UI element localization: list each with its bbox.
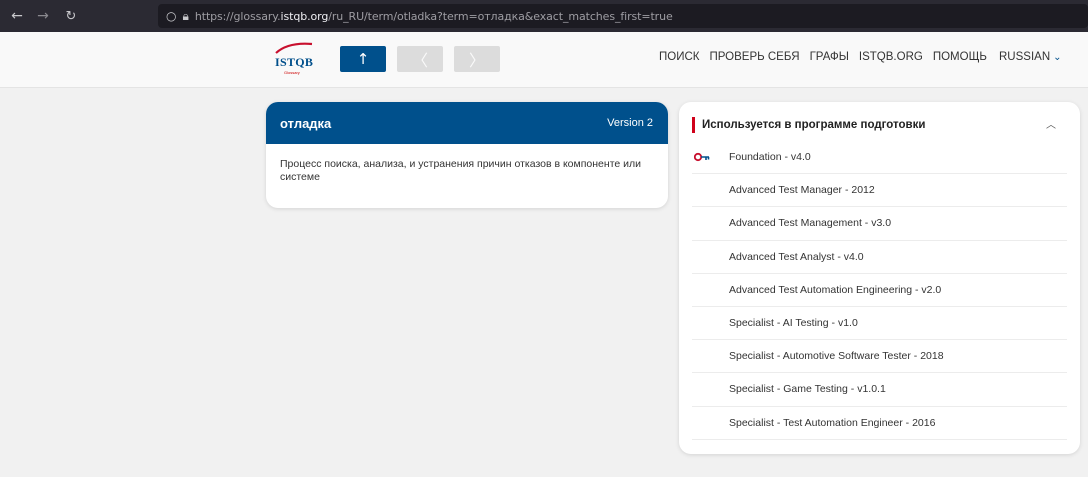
- chevron-down-icon: ⌄: [1053, 52, 1062, 63]
- syllabus-item[interactable]: Advanced Test Analyst - v4.0: [692, 241, 1067, 274]
- syllabus-item[interactable]: Advanced Test Automation Engineering - v…: [692, 274, 1067, 307]
- syllabus-item[interactable]: Specialist - Test Automation Engineer - …: [692, 407, 1067, 440]
- syllabus-panel: Используется в программе подготовки ︿ Fo…: [679, 102, 1080, 454]
- term-title: отладка: [280, 115, 332, 131]
- main-nav: ПОИСК ПРОВЕРЬ СЕБЯ ГРАФЫ ISTQB.ORG ПОМОЩ…: [659, 51, 997, 63]
- syllabus-header[interactable]: Используется в программе подготовки ︿: [692, 116, 1068, 134]
- syllabus-item[interactable]: Specialist - Game Testing - v1.0.1: [692, 373, 1067, 407]
- nav-quiz[interactable]: ПРОВЕРЬ СЕБЯ: [709, 51, 799, 63]
- syllabus-item-label: Specialist - Test Automation Engineer - …: [729, 416, 936, 429]
- syllabus-item-label: Advanced Test Manager - 2012: [729, 184, 875, 197]
- next-term-button[interactable]: 〉: [454, 46, 500, 72]
- reload-icon[interactable]: ↻: [60, 9, 82, 24]
- syllabus-item[interactable]: Specialist - AI Testing - v1.0: [692, 307, 1067, 341]
- chevron-right-icon: 〉: [468, 51, 485, 70]
- term-definition: Процесс поиска, анализа, и устранения пр…: [280, 158, 642, 183]
- site-header: ISTQB Glossary ↑ 〈 〉 ПОИСК ПРОВЕРЬ СЕБЯ …: [0, 32, 1088, 88]
- arrow-up-icon: ↑: [356, 50, 370, 68]
- syllabus-item[interactable]: Specialist - Automotive Software Tester …: [692, 340, 1067, 374]
- term-version: Version 2: [607, 117, 653, 129]
- syllabus-list: Foundation - v4.0 Advanced Test Manager …: [692, 141, 1067, 440]
- scroll-up-button[interactable]: ↑: [340, 46, 386, 72]
- syllabus-item-label: Advanced Test Management - v3.0: [729, 217, 892, 230]
- nav-graphs[interactable]: ГРАФЫ: [810, 51, 849, 63]
- term-header: отладка Version 2: [266, 102, 668, 144]
- chevron-left-icon: 〈: [411, 51, 428, 70]
- logo-subtext: Glossary: [284, 70, 300, 75]
- nav-istqb-org[interactable]: ISTQB.ORG: [859, 51, 923, 63]
- language-label: RUSSIAN: [999, 51, 1051, 63]
- logo-swoosh-icon: [275, 42, 313, 54]
- istqb-logo[interactable]: ISTQB Glossary: [270, 41, 320, 77]
- syllabus-item-label: Specialist - AI Testing - v1.0: [729, 317, 858, 330]
- previous-term-button[interactable]: 〈: [397, 46, 443, 72]
- syllabus-item-label: Advanced Test Automation Engineering - v…: [729, 283, 942, 296]
- browser-toolbar: ← → ↻ ○ 🔒︎ https://glossary.istqb.org/ru…: [0, 0, 1088, 32]
- address-bar[interactable]: ○ 🔒︎ https://glossary.istqb.org/ru_RU/te…: [158, 4, 1088, 28]
- syllabus-item[interactable]: Advanced Test Manager - 2012: [692, 174, 1067, 208]
- forward-arrow-icon[interactable]: →: [32, 8, 54, 24]
- syllabus-item-label: Foundation - v4.0: [729, 151, 811, 164]
- syllabus-item[interactable]: Advanced Test Management - v3.0: [692, 207, 1067, 241]
- nav-search[interactable]: ПОИСК: [659, 51, 699, 63]
- syllabus-item-label: Advanced Test Analyst - v4.0: [729, 250, 864, 263]
- syllabus-title: Используется в программе подготовки: [702, 119, 926, 131]
- language-selector[interactable]: RUSSIAN ⌄: [999, 51, 1062, 63]
- nav-help[interactable]: ПОМОЩЬ: [933, 51, 987, 63]
- syllabus-item[interactable]: Foundation - v4.0: [692, 141, 1067, 175]
- syllabus-item-label: Specialist - Game Testing - v1.0.1: [729, 383, 886, 396]
- key-icon: [694, 152, 710, 162]
- shield-icon[interactable]: ○: [166, 9, 176, 23]
- logo-text: ISTQB: [275, 55, 314, 69]
- back-arrow-icon[interactable]: ←: [6, 8, 28, 24]
- url-text[interactable]: https://glossary.istqb.org/ru_RU/term/ot…: [195, 10, 673, 23]
- accent-bar: [692, 117, 695, 133]
- syllabus-item-label: Specialist - Automotive Software Tester …: [729, 350, 944, 363]
- chevron-up-icon[interactable]: ︿: [1046, 116, 1056, 131]
- term-card: отладка Version 2 Процесс поиска, анализ…: [266, 102, 668, 208]
- lock-icon[interactable]: 🔒︎: [182, 9, 188, 24]
